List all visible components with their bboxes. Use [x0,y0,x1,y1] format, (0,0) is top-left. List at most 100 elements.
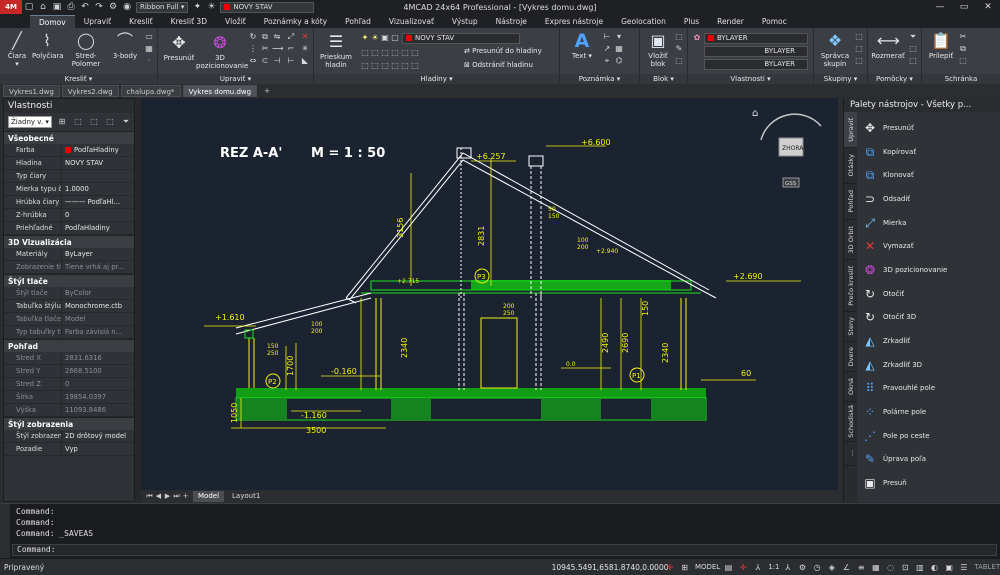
layer-merge-icon[interactable]: ⬚ [410,48,420,58]
redo-icon[interactable]: ↷ [93,1,105,13]
new-file-icon[interactable]: ▢ [23,1,35,13]
palette-item-4[interactable]: ⤢ Mierka [859,211,999,235]
property-value[interactable]: Tiene vrhá aj pr... [62,261,134,273]
dim-dropdown-icon[interactable]: ▾ [614,32,624,42]
ribbon-tab-4[interactable]: Vložiť [216,15,255,28]
open-file-icon[interactable]: ⌂ [37,1,49,13]
property-value[interactable]: PodľaHladiny [62,144,134,156]
pickadd-icon[interactable]: ⊞ [56,116,68,128]
palette-vtab-4[interactable]: Prečo kresliť [844,260,857,312]
group-edit-icon[interactable]: ⬚ [854,56,864,66]
properties-group-label[interactable]: Vlastnosti ▾ [688,74,813,84]
groups-group-label[interactable]: Skupiny ▾ [814,74,867,84]
toggle-icon[interactable]: ⬚ [104,116,116,128]
properties-section-3[interactable]: Pohľad [4,339,134,352]
linetype-combo[interactable]: BYLAYER [704,46,808,57]
workspace-icon[interactable]: ⚙ [796,561,809,574]
property-row[interactable]: Štýl tlače ByColor [4,287,134,300]
copy-clip-icon[interactable]: ⧉ [958,44,968,54]
home-view-icon[interactable]: ⌂ [752,108,758,119]
remove-layer-button[interactable]: ⊠ Odstrániť hladinu [464,61,554,69]
copy-icon[interactable]: ⧉ [260,32,270,42]
properties-section-1[interactable]: 3D Vizualizácia [4,235,134,248]
palette-vtab-3[interactable]: 3D Orbit [844,220,857,260]
property-value[interactable]: Model [62,313,134,325]
create-block-icon[interactable]: ⬚ [674,32,684,42]
property-row[interactable]: Stred Z0 [4,378,134,391]
property-row[interactable]: Zobrazenie tieň...Tiene vrhá aj pr... [4,261,134,274]
draw-group-label[interactable]: Kresliť ▾ [0,74,157,84]
grid-icon[interactable]: ⊞ [678,561,691,574]
ribbon-tab-3[interactable]: Kresliť 3D [162,15,216,28]
first-layout-icon[interactable]: ⏮ [145,492,154,501]
revision-icon[interactable]: ⌬ [614,56,624,66]
property-row[interactable]: Priehľadné PodľaHladiny [4,222,134,235]
maximize-button[interactable]: ▭ [952,0,976,14]
property-value[interactable]: 0 [62,209,134,221]
layer-match-icon[interactable]: ⬚ [360,48,370,58]
id-point-icon[interactable]: ⬚ [908,56,918,66]
attribute-icon[interactable]: ⬚ [674,56,684,66]
undo-icon[interactable]: ↶ [79,1,91,13]
layer-walk-icon[interactable]: ⬚ [400,48,410,58]
point-icon[interactable]: · [144,56,154,66]
table-icon[interactable]: ▦ [614,44,624,54]
move-to-layer-button[interactable]: ⇄ Presunúť do hladiny [464,47,554,55]
linear-dim-icon[interactable]: ⊢ [602,32,612,42]
group-icon[interactable]: ⬚ [854,32,864,42]
globe-icon[interactable]: ◉ [121,1,133,13]
line-button[interactable]: ╱ Čiara ▾ [4,31,30,68]
text-button[interactable]: A Text ▾ [564,31,600,60]
palette-item-10[interactable]: ◭ Zrkadliť 3D [859,353,999,377]
property-row[interactable]: Materiály ByLayer [4,248,134,261]
property-row[interactable]: Pozadie Vyp [4,443,134,456]
property-value[interactable]: ByColor [62,287,134,299]
property-value[interactable]: 2D drôtový model [62,430,134,442]
document-tab-3[interactable]: Vykres domu.dwg [182,85,258,97]
palette-item-15[interactable]: ▣ Presuň [859,471,999,495]
property-value[interactable]: Vyp [62,443,134,455]
filter-props-icon[interactable]: ⏷ [120,116,132,128]
clipboard-group-label[interactable]: Schránka [922,74,1000,84]
ungroup-icon[interactable]: ⬚ [854,44,864,54]
break-icon[interactable]: ⊣ [272,56,282,66]
array-icon[interactable]: ⋮ [248,44,258,54]
minimize-button[interactable]: — [928,0,952,14]
clean-screen-icon[interactable]: ☰ [958,561,971,574]
explode-icon[interactable]: ✳ [300,44,310,54]
viewport-icon[interactable]: ▤ [722,561,735,574]
palette-item-14[interactable]: ✎ Úprava poľa [859,448,999,472]
property-row[interactable]: Typ tabuľky tlačeFarba závislá n... [4,326,134,339]
model-space-toggle[interactable]: MODEL [695,563,720,571]
leader-icon[interactable]: ↗ [602,44,612,54]
snap-icon[interactable]: ✛ [664,561,677,574]
mark-icon[interactable]: ⌖ [602,56,612,66]
layer-freeze2-icon[interactable]: ⬚ [360,61,370,71]
property-row[interactable]: Hladina NOVY STAV [4,157,134,170]
ribbon-tab-2[interactable]: Kresliť [120,15,161,28]
palette-item-7[interactable]: ↻ Otočiť [859,282,999,306]
close-button[interactable]: ✕ [976,0,1000,14]
property-row[interactable]: Šírka 19854.0397 [4,391,134,404]
selection-select[interactable]: Žiadny v. ▾ [8,116,52,128]
layers-group-label[interactable]: Hladiny ▾ [314,74,559,84]
block-group-label[interactable]: Blok ▾ [640,74,687,84]
tablet-toggle[interactable]: TABLET [974,563,1000,571]
mirror-icon[interactable]: ⇋ [272,32,282,42]
ribbon-tab-8[interactable]: Výstup [443,15,487,28]
palette-item-12[interactable]: ⁘ Polárne pole [859,400,999,424]
viewcube[interactable]: ZHORA GSS [760,113,822,188]
rotate-icon[interactable]: ↻ [248,32,258,42]
chamfer-icon[interactable]: ◣ [300,56,310,66]
layer-on2-icon[interactable]: ⬚ [390,61,400,71]
ribbon-tab-13[interactable]: Render [708,15,753,28]
layer-lock-icon[interactable]: ▣ [380,33,390,43]
save-icon[interactable]: ▣ [51,1,63,13]
palette-vtab-0[interactable]: Upraviť [844,112,857,148]
ribbon-tab-11[interactable]: Geolocation [612,15,675,28]
property-row[interactable]: Štýl zobrazenia2D drôtový model [4,430,134,443]
cut-icon[interactable]: ✂ [958,32,968,42]
quick-props-icon[interactable]: ▥ [914,561,927,574]
layer-quick-combo[interactable]: NOVY STAV [220,1,315,13]
palette-item-9[interactable]: ◭ Zrkadliť [859,329,999,353]
